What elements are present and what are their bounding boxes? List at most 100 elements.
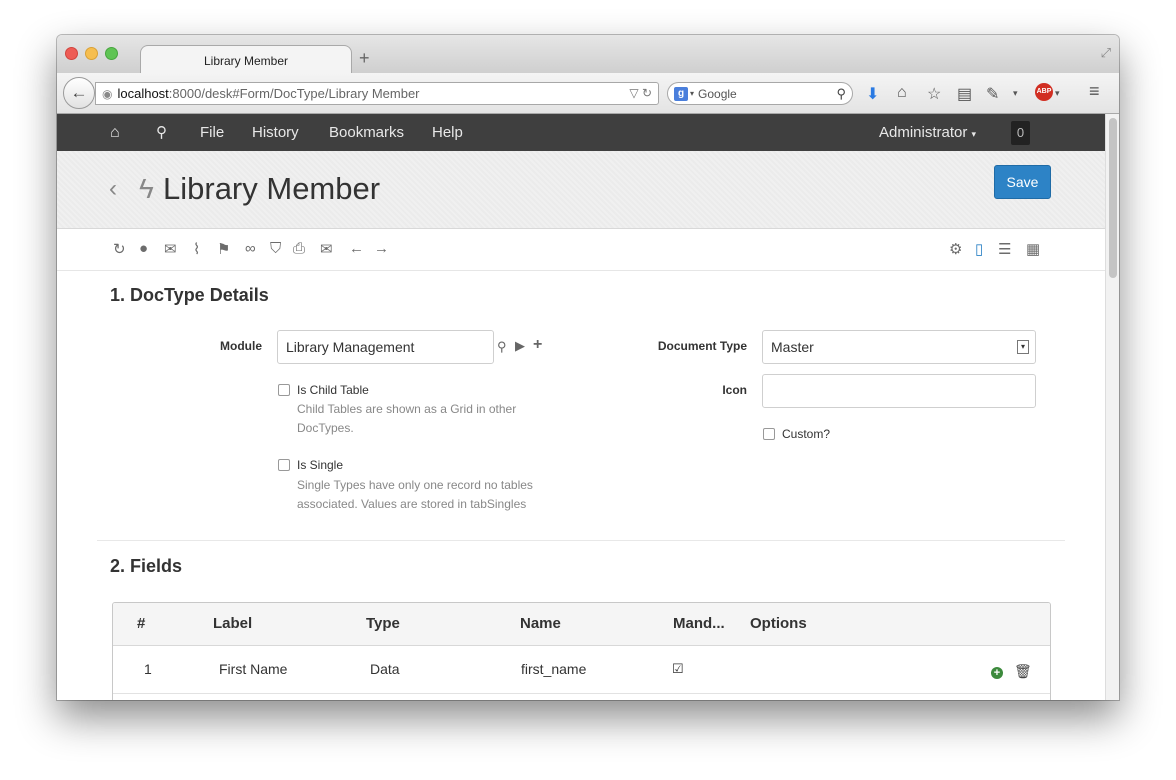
page-scrollbar[interactable]: [1105, 114, 1119, 700]
section-divider: [97, 540, 1065, 541]
document-type-select[interactable]: Master ▾: [762, 330, 1036, 364]
url-path: :8000/desk#Form/DocType/Library Member: [168, 86, 420, 101]
link-icon[interactable]: ∞: [245, 240, 256, 257]
module-input[interactable]: Library Management: [277, 330, 494, 364]
user-menu[interactable]: Administrator ▾: [879, 114, 976, 151]
back-arrow-icon: ←: [70, 83, 88, 102]
back-button[interactable]: ←: [63, 77, 95, 109]
dev-tools-dropdown-icon[interactable]: ▾: [1013, 88, 1018, 99]
select-arrow-icon: ▾: [1017, 340, 1029, 354]
plus-icon[interactable]: +: [533, 336, 542, 354]
search-placeholder: Google: [698, 86, 737, 101]
col-mandatory: Mand...: [673, 615, 725, 632]
reading-list-icon[interactable]: ▤: [957, 84, 972, 104]
col-options: Options: [750, 615, 807, 632]
col-label: Label: [213, 615, 253, 632]
search-icon[interactable]: ⚲: [836, 86, 846, 102]
is-child-table-label: Is Child Table: [297, 383, 369, 397]
close-window-button[interactable]: [65, 47, 78, 60]
nav-help[interactable]: Help: [432, 114, 463, 151]
nav-history[interactable]: History: [252, 114, 299, 151]
url-host: localhost: [117, 86, 169, 101]
email-icon[interactable]: ✉: [320, 240, 333, 258]
attachment-icon[interactable]: ⌇: [193, 240, 200, 258]
row-name[interactable]: first_name: [521, 661, 586, 677]
page-header: ‹ ϟ Library Member Save: [57, 151, 1105, 229]
is-single-checkbox[interactable]: [278, 459, 290, 471]
minimize-window-button[interactable]: [85, 47, 98, 60]
save-button[interactable]: Save: [994, 165, 1051, 199]
icon-input[interactable]: [762, 374, 1036, 408]
row-mandatory-check-icon[interactable]: ☑: [672, 661, 684, 677]
globe-icon: ◉: [102, 86, 113, 101]
col-name: Name: [520, 615, 561, 632]
previous-icon[interactable]: ←: [349, 240, 364, 257]
google-icon: g: [674, 86, 688, 101]
nav-bookmarks[interactable]: Bookmarks: [329, 114, 404, 151]
search-engine-dropdown-icon[interactable]: ▾: [690, 89, 694, 98]
row-index: 1: [144, 661, 152, 677]
address-bar[interactable]: ◉ localhost:8000/desk#Form/DocType/Libra…: [95, 82, 659, 105]
bookmark-star-icon[interactable]: ☆: [927, 84, 941, 104]
dev-tools-icon[interactable]: ✎: [986, 84, 999, 104]
fullscreen-icon[interactable]: ⤢: [1101, 45, 1111, 61]
row-label[interactable]: First Name: [219, 661, 287, 677]
adblock-dropdown-icon[interactable]: ▾: [1055, 88, 1060, 99]
user-icon[interactable]: ●: [139, 240, 148, 257]
menu-icon[interactable]: ≡: [1089, 81, 1100, 102]
document-icon[interactable]: ▯: [975, 240, 983, 258]
adblock-icon[interactable]: ABP: [1035, 83, 1053, 101]
shield-icon[interactable]: ⛉: [270, 240, 281, 257]
home-icon[interactable]: ⌂: [110, 114, 120, 151]
notification-count[interactable]: 0: [1011, 121, 1030, 145]
home-icon[interactable]: ⌂: [897, 84, 907, 102]
new-tab-button[interactable]: +: [359, 48, 370, 69]
icon-label: Icon: [722, 383, 747, 397]
print-icon[interactable]: ⎙: [293, 240, 305, 257]
search-icon[interactable]: ⚲: [156, 114, 167, 151]
comments-icon[interactable]: ✉: [164, 240, 177, 258]
document-type-label: Document Type: [657, 339, 747, 353]
browser-toolbar: ◉ localhost:8000/desk#Form/DocType/Libra…: [57, 73, 1119, 114]
refresh-icon[interactable]: ↻: [113, 240, 126, 258]
back-chevron-icon[interactable]: ‹: [109, 175, 117, 203]
user-name: Administrator: [879, 124, 968, 141]
flag-icon[interactable]: ⚑: [217, 240, 230, 258]
fields-grid: # Label Type Name Mand... Options 1 Firs…: [112, 602, 1051, 700]
custom-label: Custom?: [782, 427, 831, 441]
form-action-bar: ↻ ● ✉ ⌇ ⚑ ∞ ⛉ ⎙ ✉ ← → ⚙ ▯ ☰ ▦: [57, 229, 1105, 271]
trash-icon[interactable]: 🗑: [1014, 663, 1032, 680]
play-icon[interactable]: ▶: [515, 338, 525, 354]
is-single-help: Single Types have only one record no tab…: [297, 476, 533, 514]
table-icon[interactable]: ▦: [1026, 240, 1040, 258]
browser-tab[interactable]: Library Member: [140, 45, 352, 75]
search-bar[interactable]: g ▾ Google ⚲: [667, 82, 853, 105]
table-row[interactable]: 1 First Name Data first_name ☑ + 🗑: [113, 646, 1050, 694]
col-type: Type: [366, 615, 400, 632]
section-fields-title: 2. Fields: [110, 556, 183, 576]
next-icon[interactable]: →: [374, 240, 389, 257]
nav-file[interactable]: File: [200, 114, 224, 151]
scrollbar-thumb[interactable]: [1109, 118, 1117, 278]
help-line: Single Types have only one record no tab…: [297, 478, 533, 492]
page-title: Library Member: [163, 171, 381, 206]
is-child-table-help: Child Tables are shown as a Grid in othe…: [297, 400, 516, 438]
zoom-window-button[interactable]: [105, 47, 118, 60]
help-line: associated. Values are stored in tabSing…: [297, 497, 527, 511]
reload-icon[interactable]: ▽ ↻: [629, 86, 652, 100]
list-icon[interactable]: ☰: [998, 240, 1011, 258]
browser-window: Library Member + ⤢ ◉ localhost:8000/desk…: [57, 35, 1119, 700]
grid-header: # Label Type Name Mand... Options: [113, 603, 1050, 646]
form-content: 1. DocType Details Module Library Manage…: [57, 271, 1105, 700]
app-navbar: ⌂ ⚲ File History Bookmarks Help Administ…: [57, 114, 1105, 151]
search-icon[interactable]: ⚲: [497, 339, 507, 355]
add-row-icon[interactable]: +: [991, 667, 1003, 679]
download-icon[interactable]: ⬇: [866, 84, 879, 104]
module-label: Module: [220, 339, 262, 353]
is-child-table-checkbox[interactable]: [278, 384, 290, 396]
is-single-label: Is Single: [297, 458, 344, 472]
help-line: Child Tables are shown as a Grid in othe…: [297, 402, 517, 416]
row-type[interactable]: Data: [370, 661, 400, 677]
gear-icon[interactable]: ⚙: [949, 240, 962, 258]
custom-checkbox[interactable]: [763, 428, 775, 440]
